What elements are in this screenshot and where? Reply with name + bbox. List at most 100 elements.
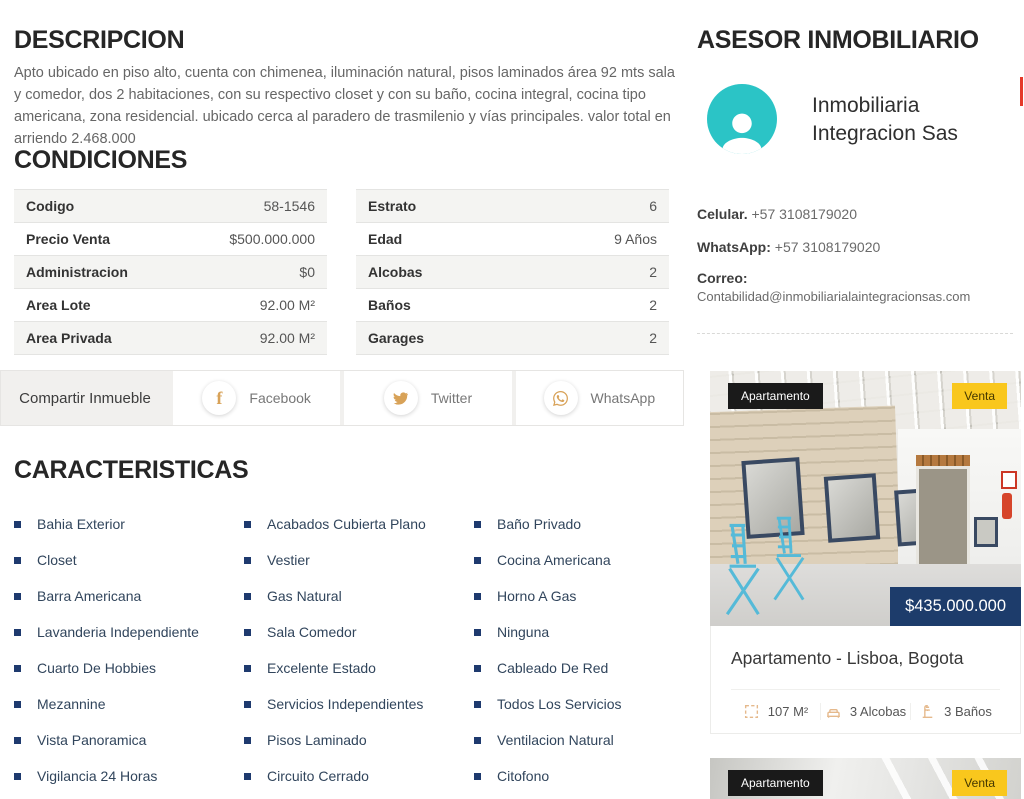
- list-item: Cocina Americana: [474, 542, 696, 578]
- bullet-icon: [244, 665, 251, 672]
- correo-value[interactable]: Contabilidad@inmobiliarialaintegracionsa…: [697, 289, 970, 304]
- listing-title[interactable]: Apartamento - Lisboa, Bogota: [731, 648, 1000, 669]
- condiciones-title: CONDICIONES: [14, 146, 187, 175]
- price-badge: $435.000.000: [890, 587, 1021, 626]
- celular-label: Celular.: [697, 206, 748, 222]
- row-label: Garages: [368, 330, 424, 346]
- table-row: Garages 2: [356, 322, 669, 355]
- row-label: Baños: [368, 297, 411, 313]
- list-item: Vista Panoramica: [14, 722, 236, 758]
- table-row: Area Lote 92.00 M²: [14, 289, 327, 322]
- person-icon: [716, 106, 768, 154]
- bullet-icon: [474, 557, 481, 564]
- row-label: Edad: [368, 231, 402, 247]
- condiciones-table-right: Estrato 6 Edad 9 Años Alcobas 2 Baños 2 …: [356, 189, 669, 355]
- area-stat: 107 M²: [731, 703, 820, 720]
- table-row: Codigo 58-1546: [14, 190, 327, 223]
- row-label: Administracion: [26, 264, 128, 280]
- bathrooms-stat: 3 Baños: [910, 703, 1000, 720]
- row-value: 58-1546: [264, 198, 315, 214]
- celular-line: Celular. +57 3108179020: [697, 206, 857, 222]
- agency-name: Inmobiliaria Integracion Sas: [812, 92, 1002, 148]
- table-row: Edad 9 Años: [356, 223, 669, 256]
- bullet-icon: [244, 593, 251, 600]
- table-row: Alcobas 2: [356, 256, 669, 289]
- bullet-icon: [14, 521, 21, 528]
- list-item: Todos Los Servicios: [474, 686, 696, 722]
- celular-value[interactable]: +57 3108179020: [751, 206, 857, 222]
- row-value: 9 Años: [614, 231, 657, 247]
- listing-card-body: Apartamento - Lisboa, Bogota 107 M² 3 Al…: [710, 626, 1021, 734]
- photo-sign: [1001, 471, 1017, 489]
- scrollbar-thumb[interactable]: [1020, 77, 1023, 106]
- correo-line: Correo:: [697, 270, 748, 286]
- whatsapp-share-button[interactable]: WhatsApp: [516, 371, 683, 425]
- bullet-icon: [474, 701, 481, 708]
- list-item: Acabados Cubierta Plano: [244, 506, 466, 542]
- share-button-label: WhatsApp: [591, 390, 656, 406]
- listing-photo[interactable]: Apartamento Venta: [710, 758, 1021, 799]
- bullet-icon: [244, 521, 251, 528]
- bullet-icon: [14, 557, 21, 564]
- whatsapp-label: WhatsApp:: [697, 239, 771, 255]
- listing-card[interactable]: Apartamento Venta $435.000.000 Apartamen…: [710, 371, 1021, 734]
- row-value: 92.00 M²: [260, 330, 315, 346]
- whatsapp-value[interactable]: +57 3108179020: [775, 239, 881, 255]
- bullet-icon: [244, 773, 251, 780]
- twitter-share-button[interactable]: Twitter: [344, 371, 511, 425]
- bath-icon: [919, 703, 936, 720]
- row-label: Area Privada: [26, 330, 112, 346]
- table-row: Estrato 6: [356, 190, 669, 223]
- bullet-icon: [474, 629, 481, 636]
- row-label: Precio Venta: [26, 231, 110, 247]
- listing-card[interactable]: Apartamento Venta: [710, 758, 1021, 799]
- bullet-icon: [244, 629, 251, 636]
- photo-blue-chair: [720, 523, 768, 624]
- list-item: Barra Americana: [14, 578, 236, 614]
- property-type-badge: Apartamento: [728, 770, 823, 796]
- facebook-icon: f: [202, 381, 236, 415]
- listing-stats: 107 M² 3 Alcobas 3 Baños: [731, 689, 1000, 733]
- bullet-icon: [244, 557, 251, 564]
- stat-value: 3 Alcobas: [850, 704, 906, 719]
- list-item: Ventilacion Natural: [474, 722, 696, 758]
- bullet-icon: [474, 773, 481, 780]
- caracteristicas-column-1: Bahia Exterior Closet Barra Americana La…: [14, 506, 236, 794]
- list-item: Citofono: [474, 758, 696, 794]
- bedrooms-stat: 3 Alcobas: [820, 703, 910, 720]
- list-item: Mezannine: [14, 686, 236, 722]
- bullet-icon: [244, 701, 251, 708]
- stat-value: 107 M²: [768, 704, 808, 719]
- whatsapp-icon: [544, 381, 578, 415]
- list-item: Sala Comedor: [244, 614, 466, 650]
- caracteristicas-column-3: Baño Privado Cocina Americana Horno A Ga…: [474, 506, 696, 794]
- bullet-icon: [14, 629, 21, 636]
- description-text: Apto ubicado en piso alto, cuenta con ch…: [14, 62, 678, 150]
- avatar: [707, 84, 777, 154]
- listing-photo[interactable]: Apartamento Venta $435.000.000: [710, 371, 1021, 626]
- row-value: 6: [649, 198, 657, 214]
- row-value: 92.00 M²: [260, 297, 315, 313]
- bullet-icon: [474, 521, 481, 528]
- area-icon: [743, 703, 760, 720]
- photo-picture-frame: [824, 473, 880, 542]
- share-bar-label: Compartir Inmueble: [1, 371, 169, 425]
- bed-icon: [825, 703, 842, 720]
- bullet-icon: [474, 665, 481, 672]
- facebook-share-button[interactable]: f Facebook: [173, 371, 340, 425]
- asesor-title: ASESOR INMOBILIARIO: [697, 26, 979, 55]
- table-row: Administracion $0: [14, 256, 327, 289]
- share-bar: Compartir Inmueble f Facebook Twitter Wh…: [0, 370, 684, 426]
- bullet-icon: [474, 593, 481, 600]
- share-button-label: Facebook: [249, 390, 310, 406]
- bullet-icon: [14, 701, 21, 708]
- share-button-label: Twitter: [431, 390, 472, 406]
- bullet-icon: [244, 737, 251, 744]
- bullet-icon: [474, 737, 481, 744]
- list-item: Ninguna: [474, 614, 696, 650]
- row-label: Codigo: [26, 198, 74, 214]
- status-badge: Venta: [952, 770, 1007, 796]
- list-item: Gas Natural: [244, 578, 466, 614]
- list-item: Vestier: [244, 542, 466, 578]
- list-item: Circuito Cerrado: [244, 758, 466, 794]
